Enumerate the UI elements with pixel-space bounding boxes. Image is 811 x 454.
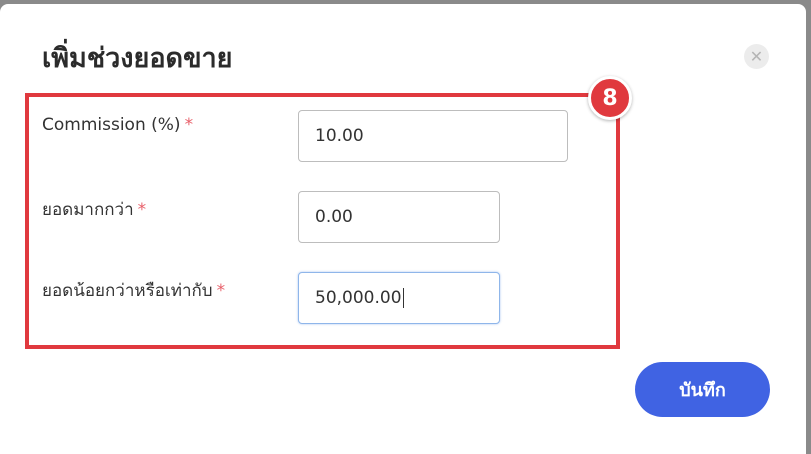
min-amount-value: 0.00 (315, 207, 353, 227)
min-amount-label-text: ยอดมากกว่า (42, 200, 134, 220)
commission-label-text: Commission (%) (42, 115, 181, 135)
annotation-badge: 8 (588, 76, 632, 120)
min-amount-input[interactable]: 0.00 (298, 191, 500, 243)
commission-input[interactable]: 10.00 (298, 110, 568, 162)
commission-value: 10.00 (315, 126, 364, 146)
required-mark: * (137, 200, 147, 220)
max-amount-label: ยอดน้อยกว่าหรือเท่ากับ * (42, 277, 225, 304)
max-amount-value: 50,000.00 (315, 288, 402, 308)
text-caret (402, 288, 404, 308)
min-amount-label: ยอดมากกว่า * (42, 196, 146, 223)
required-mark: * (216, 281, 226, 301)
modal-title: เพิ่มช่วงยอดขาย (42, 43, 233, 74)
close-button[interactable]: ✕ (744, 44, 769, 69)
max-amount-input[interactable]: 50,000.00 (298, 272, 500, 324)
close-icon: ✕ (749, 46, 764, 66)
save-button[interactable]: บันทึก (635, 362, 770, 417)
max-amount-label-text: ยอดน้อยกว่าหรือเท่ากับ (42, 281, 213, 301)
required-mark: * (184, 115, 194, 135)
add-sales-range-modal: เพิ่มช่วงยอดขาย ✕ 8 Commission (%) * 10.0… (0, 4, 806, 454)
commission-label: Commission (%) * (42, 115, 193, 135)
